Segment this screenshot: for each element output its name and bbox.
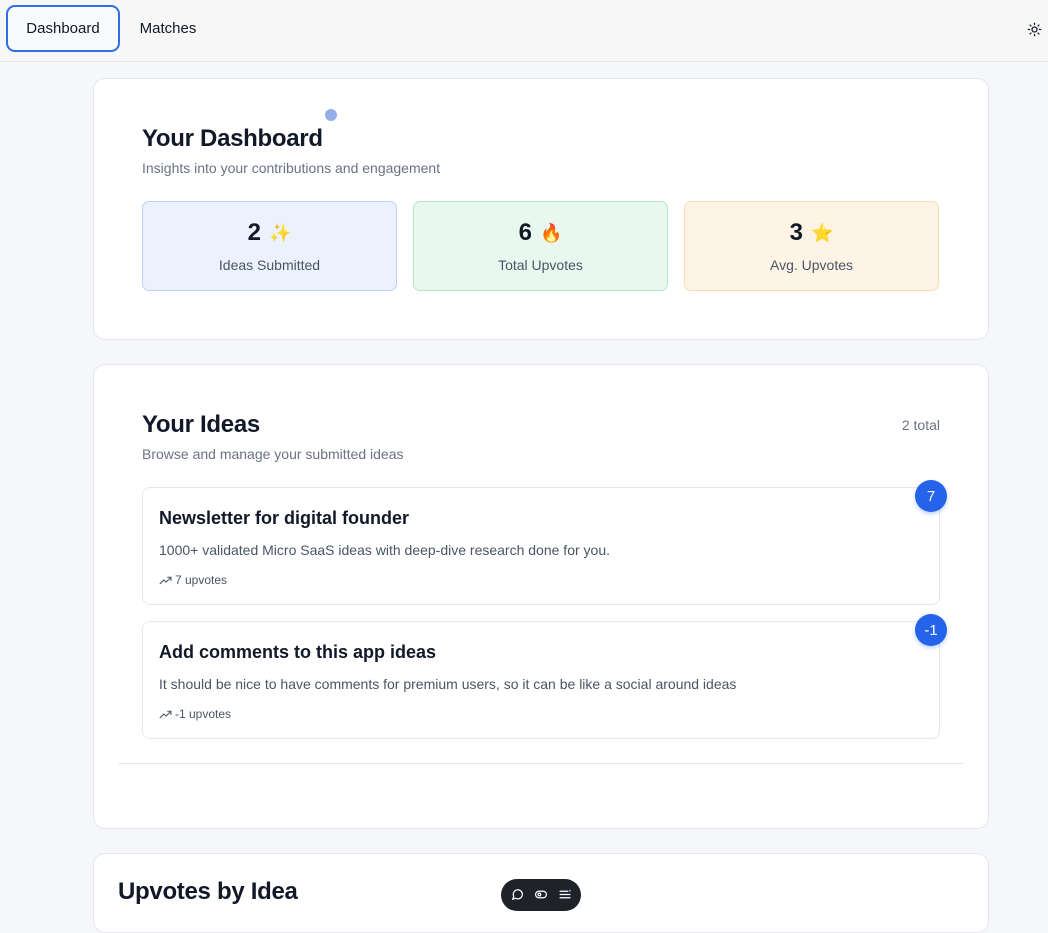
idea-upvotes-text: 7 upvotes [175, 573, 228, 587]
idea-upvote-badge: -1 [915, 614, 947, 646]
sun-icon [1027, 22, 1041, 36]
idea-title: Newsletter for digital founder [159, 508, 410, 528]
idea-description: 1000+ validated Micro SaaS ideas with de… [159, 542, 610, 558]
dashboard-card: Your Dashboard Insights into your contri… [93, 78, 989, 340]
idea-card[interactable]: Newsletter for digital founder 1000+ val… [142, 480, 947, 605]
trending-up-icon [159, 710, 172, 718]
divider [118, 763, 964, 764]
idea-upvotes-text: -1 upvotes [175, 707, 232, 721]
idea-description: It should be nice to have comments for p… [159, 676, 737, 692]
toggle-icon [534, 890, 548, 898]
ideas-total-count: 2 total [901, 417, 940, 433]
idea-upvote-badge: 7 [915, 480, 947, 512]
theme-toggle-button[interactable] [1026, 19, 1042, 39]
list-icon [559, 889, 571, 898]
comment-button[interactable] [509, 886, 525, 902]
top-nav-bar: Dashboard Matches [0, 0, 1048, 62]
stat-total-upvotes: 6 🔥 Total Upvotes [413, 201, 668, 291]
ideas-title: Your Ideas [142, 411, 260, 438]
list-button[interactable] [557, 886, 573, 902]
floating-toolbar [501, 879, 581, 911]
page-subtitle: Insights into your contributions and eng… [142, 160, 441, 176]
stat-label: Avg. Upvotes [769, 257, 853, 273]
ideas-card: Your Ideas Browse and manage your submit… [93, 364, 989, 829]
stat-ideas-submitted: 2 ✨ Ideas Submitted [142, 201, 397, 291]
stat-label: Total Upvotes [498, 257, 583, 273]
tab-dashboard[interactable]: Dashboard [6, 5, 120, 52]
stat-avg-upvotes: 3 ⭐ Avg. Upvotes [684, 201, 939, 291]
ideas-subtitle: Browse and manage your submitted ideas [142, 446, 404, 462]
stat-value: 2 [247, 219, 261, 246]
idea-upvotes: -1 upvotes [159, 707, 231, 721]
decorative-dot [325, 109, 337, 121]
idea-upvotes: 7 upvotes [159, 573, 227, 587]
upvotes-by-idea-title: Upvotes by Idea [118, 878, 298, 905]
page-title: Your Dashboard [142, 125, 323, 152]
toggle-button[interactable] [533, 886, 549, 902]
fire-icon: 🔥 [539, 222, 563, 243]
stat-value: 6 [518, 219, 532, 246]
trending-up-icon [159, 576, 172, 584]
tab-matches[interactable]: Matches [122, 5, 214, 52]
idea-title: Add comments to this app ideas [159, 642, 437, 662]
comment-icon [511, 888, 523, 900]
stat-label: Ideas Submitted [218, 257, 321, 273]
stat-value: 3 [789, 219, 803, 246]
idea-card[interactable]: Add comments to this app ideas It should… [142, 614, 947, 739]
star-icon: ⭐ [810, 222, 834, 243]
sparkles-icon: ✨ [268, 222, 292, 243]
